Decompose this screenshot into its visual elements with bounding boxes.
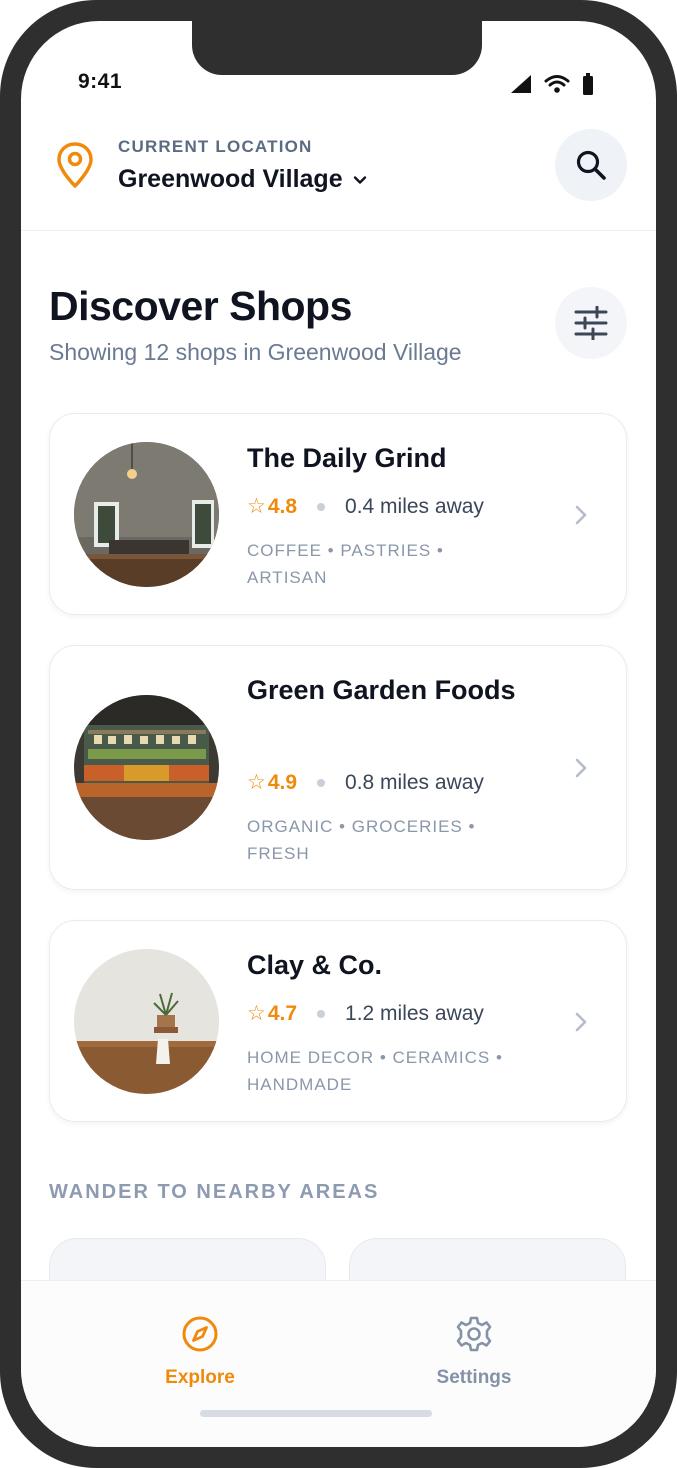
shop-distance: 0.8 miles away — [345, 770, 484, 794]
shop-card[interactable]: Green Garden Foods ☆ 4.9 0.8 miles away … — [49, 645, 627, 890]
shop-rating-row: ☆ 4.9 0.8 miles away — [247, 770, 484, 795]
status-icons — [510, 73, 594, 100]
nav-explore-label: Explore — [165, 1367, 235, 1388]
separator-dot — [317, 778, 326, 787]
shop-rating: 4.7 — [267, 1001, 298, 1025]
star-icon: ☆ — [247, 1002, 266, 1025]
shop-distance: 1.2 miles away — [345, 1001, 484, 1025]
filter-button[interactable] — [555, 287, 627, 359]
shop-name: Clay & Co. — [247, 950, 383, 980]
shop-image — [74, 949, 219, 1094]
shop-name: The Daily Grind — [247, 443, 447, 473]
device-notch — [192, 21, 482, 75]
cellular-signal-icon — [510, 74, 532, 99]
sliders-icon — [574, 306, 608, 340]
search-icon — [576, 150, 606, 180]
shop-card[interactable]: Clay & Co. ☆ 4.7 1.2 miles away HOME DEC… — [49, 920, 627, 1122]
battery-icon — [582, 73, 594, 100]
star-icon: ☆ — [247, 771, 266, 794]
shop-rating-row: ☆ 4.7 1.2 miles away — [247, 1001, 484, 1026]
location-header: CURRENT LOCATION Greenwood Village — [21, 121, 656, 231]
separator-dot — [317, 1009, 326, 1018]
wifi-icon — [544, 74, 570, 99]
shop-tags: HOME DECOR • CERAMICS • HANDMADE — [247, 1048, 503, 1094]
star-icon: ☆ — [247, 495, 266, 518]
page-title: Discover Shops — [49, 283, 352, 329]
page-subtitle: Showing 12 shops in Greenwood Village — [49, 339, 462, 365]
gear-icon — [456, 1316, 492, 1352]
separator-dot — [317, 502, 326, 511]
shop-rating: 4.8 — [267, 494, 298, 518]
shop-distance: 0.4 miles away — [345, 494, 484, 518]
app-screen: 9:41 CURRENT LOCATION Greenwood Village … — [21, 21, 656, 1447]
chevron-right-icon — [575, 1012, 587, 1032]
nav-settings[interactable]: Settings — [394, 1315, 554, 1389]
location-caption: CURRENT LOCATION — [118, 137, 313, 156]
status-time: 9:41 — [78, 70, 123, 93]
location-pin-icon — [57, 142, 93, 188]
chevron-right-icon — [575, 758, 587, 778]
nav-explore[interactable]: Explore — [120, 1315, 280, 1389]
phone-frame: 9:41 CURRENT LOCATION Greenwood Village … — [0, 0, 677, 1468]
search-button[interactable] — [555, 129, 627, 201]
chevron-right-icon — [575, 505, 587, 525]
shop-image — [74, 442, 219, 587]
nav-settings-label: Settings — [436, 1367, 512, 1388]
shop-tags: ORGANIC • GROCERIES • FRESH — [247, 817, 476, 863]
bottom-navigation: Explore Settings — [21, 1280, 656, 1447]
shop-tags: COFFEE • PASTRIES • ARTISAN — [247, 541, 444, 587]
shop-rating-row: ☆ 4.8 0.4 miles away — [247, 494, 484, 519]
shop-name: Green Garden Foods — [247, 675, 516, 705]
compass-icon — [182, 1316, 218, 1352]
shop-rating: 4.9 — [267, 770, 298, 794]
home-indicator — [200, 1410, 432, 1417]
chevron-down-icon — [353, 175, 366, 184]
shop-image — [74, 695, 219, 840]
nearby-areas-heading: WANDER TO NEARBY AREAS — [49, 1181, 380, 1203]
shop-card[interactable]: The Daily Grind ☆ 4.8 0.4 miles away COF… — [49, 413, 627, 615]
location-selector[interactable]: Greenwood Village — [118, 165, 367, 194]
location-name: Greenwood Village — [118, 165, 343, 193]
